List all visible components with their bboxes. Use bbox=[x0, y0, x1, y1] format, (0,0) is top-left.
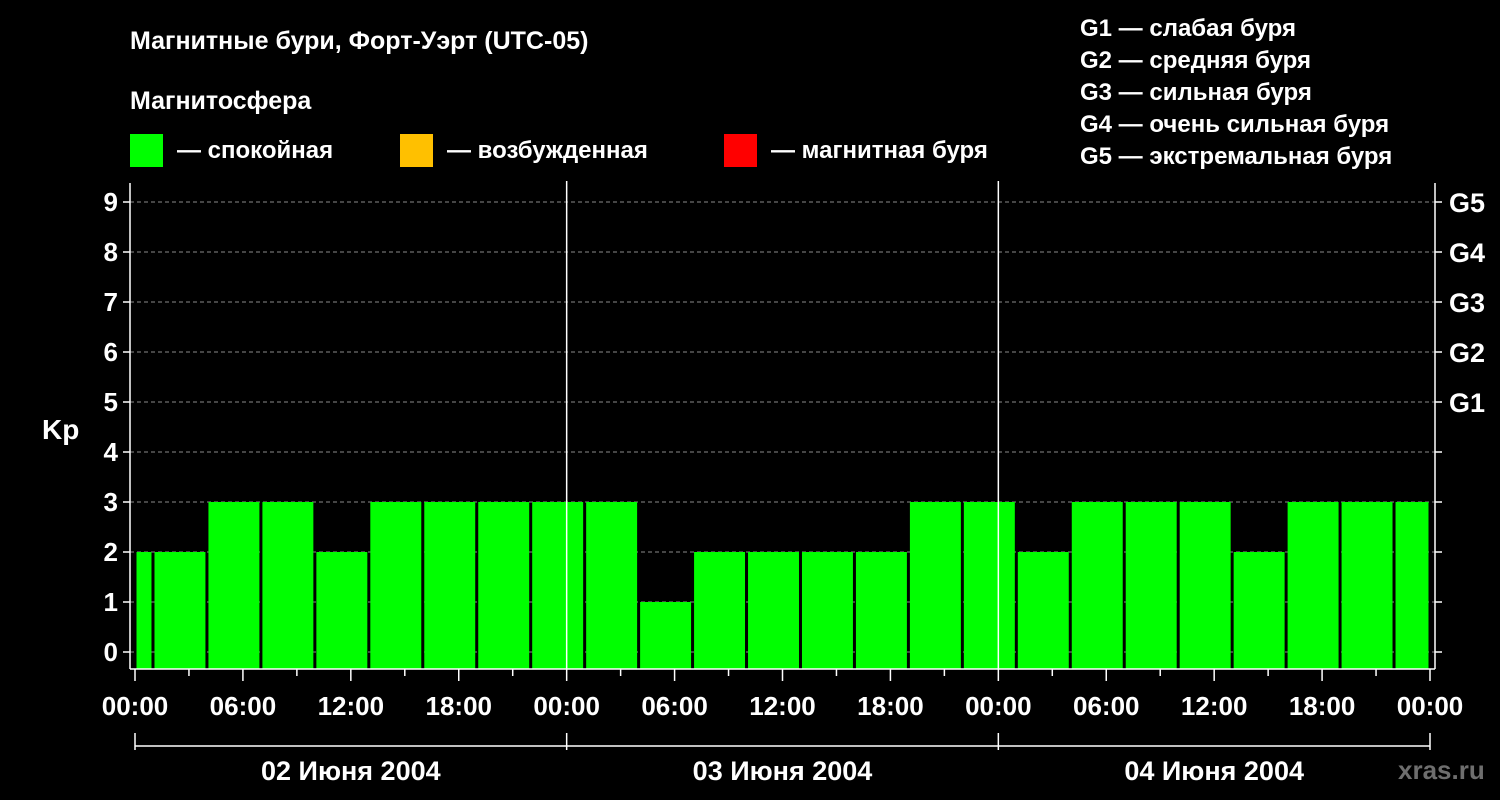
legend-title: Магнитосфера bbox=[130, 87, 312, 115]
x-tick-label-0: 00:00 bbox=[102, 691, 169, 721]
y-tick-label-9: 9 bbox=[104, 187, 118, 217]
storm-scale-g5: G5 — экстремальная буря bbox=[1080, 143, 1392, 170]
kp-bar-11 bbox=[694, 552, 746, 669]
day-label-2: 04 Июня 2004 bbox=[1124, 756, 1304, 786]
y-tick-label-6: 6 bbox=[104, 337, 118, 367]
y-axis-label: Kp bbox=[42, 414, 79, 445]
kp-chart: Магнитные бури, Форт-Уэрт (UTC-05) Магни… bbox=[42, 15, 1485, 786]
x-tick-label-2: 12:00 bbox=[318, 691, 385, 721]
kp-bar-19 bbox=[1125, 502, 1177, 669]
x-tick-label-5: 06:00 bbox=[641, 691, 708, 721]
x-tick-label-9: 06:00 bbox=[1073, 691, 1140, 721]
x-tick-label-4: 00:00 bbox=[533, 691, 600, 721]
x-tick-label-6: 12:00 bbox=[749, 691, 816, 721]
day-label-0: 02 Июня 2004 bbox=[261, 756, 441, 786]
kp-bar-16 bbox=[963, 502, 1015, 669]
kp-bar-23 bbox=[1341, 502, 1393, 669]
axes: 0 1 2 3 4 5 6 7 8 9 G1 G2 G3 G4 G5 00:00 06:00 12:00 18:00… bbox=[102, 181, 1485, 786]
y-tick-label-3: 3 bbox=[104, 487, 118, 517]
kp-bar-8 bbox=[532, 502, 584, 669]
kp-bar-4 bbox=[316, 552, 368, 669]
kp-bar-14 bbox=[855, 552, 907, 669]
kp-bar-6 bbox=[424, 502, 476, 669]
storm-scale-g4: G4 — очень сильная буря bbox=[1080, 111, 1389, 138]
kp-bar-15 bbox=[909, 502, 961, 669]
kp-bar-18 bbox=[1071, 502, 1123, 669]
day-label-1: 03 Июня 2004 bbox=[693, 756, 873, 786]
kp-bar-22 bbox=[1287, 502, 1339, 669]
x-tick-label-10: 12:00 bbox=[1181, 691, 1248, 721]
g-level-label-g2: G2 bbox=[1449, 338, 1485, 368]
kp-bar-10 bbox=[640, 602, 692, 669]
kp-bar-2 bbox=[208, 502, 260, 669]
legend-label-active: — возбужденная bbox=[447, 137, 648, 164]
storm-scale-g2: G2 — средняя буря bbox=[1080, 47, 1311, 74]
kp-bar-5 bbox=[370, 502, 422, 669]
storm-scale-g3: G3 — сильная буря bbox=[1080, 79, 1312, 106]
kp-bar-0 bbox=[136, 552, 152, 669]
legend-swatch-active bbox=[400, 134, 433, 167]
kp-bar-1 bbox=[154, 552, 206, 669]
kp-bar-7 bbox=[478, 502, 530, 669]
y-tick-label-0: 0 bbox=[104, 637, 118, 667]
legend-label-quiet: — спокойная bbox=[177, 137, 333, 164]
g-level-label-g4: G4 bbox=[1449, 238, 1485, 268]
y-tick-label-7: 7 bbox=[104, 287, 118, 317]
kp-bar-13 bbox=[801, 552, 853, 669]
legend-swatch-storm bbox=[724, 134, 757, 167]
y-tick-label-2: 2 bbox=[104, 537, 118, 567]
kp-bar-3 bbox=[262, 502, 314, 669]
x-tick-label-1: 06:00 bbox=[210, 691, 277, 721]
chart-title: Магнитные бури, Форт-Уэрт (UTC-05) bbox=[130, 27, 588, 55]
watermark: xras.ru bbox=[1398, 755, 1485, 785]
legend-label-storm: — магнитная буря bbox=[771, 137, 988, 164]
x-tick-label-7: 18:00 bbox=[857, 691, 924, 721]
y-tick-label-4: 4 bbox=[104, 437, 119, 467]
g-level-label-g1: G1 bbox=[1449, 388, 1485, 418]
storm-scale-g1: G1 — слабая буря bbox=[1080, 15, 1296, 42]
kp-bar-21 bbox=[1233, 552, 1285, 669]
y-tick-label-5: 5 bbox=[104, 387, 118, 417]
g-level-label-g3: G3 bbox=[1449, 288, 1485, 318]
kp-bar-20 bbox=[1179, 502, 1231, 669]
x-tick-label-12: 00:00 bbox=[1397, 691, 1464, 721]
y-tick-label-8: 8 bbox=[104, 237, 118, 267]
kp-bars bbox=[136, 502, 1429, 669]
x-tick-label-11: 18:00 bbox=[1289, 691, 1356, 721]
kp-bar-12 bbox=[748, 552, 799, 669]
x-tick-label-8: 00:00 bbox=[965, 691, 1032, 721]
kp-bar-17 bbox=[1017, 552, 1069, 669]
legend-swatch-quiet bbox=[130, 134, 163, 167]
kp-bar-9 bbox=[586, 502, 638, 669]
y-tick-label-1: 1 bbox=[104, 587, 118, 617]
g-level-label-g5: G5 bbox=[1449, 188, 1485, 218]
x-tick-label-3: 18:00 bbox=[426, 691, 493, 721]
kp-bar-24 bbox=[1395, 502, 1429, 669]
